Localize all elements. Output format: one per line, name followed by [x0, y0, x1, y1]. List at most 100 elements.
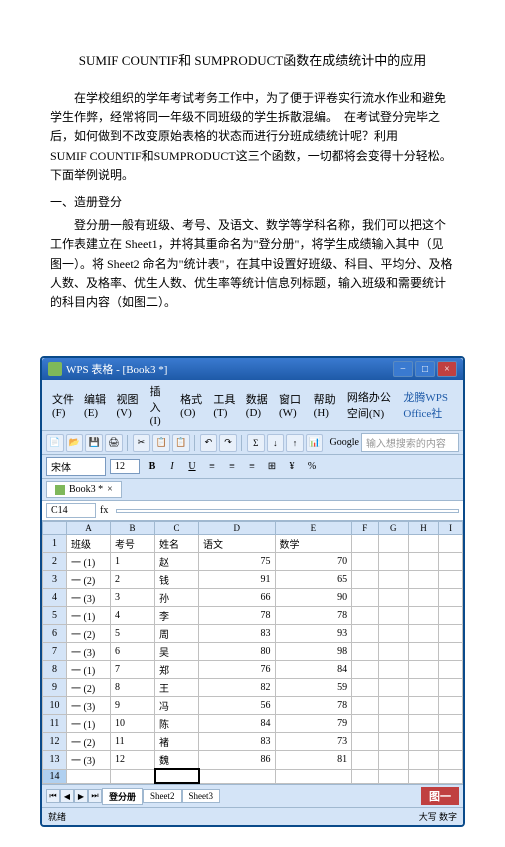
- undo-icon[interactable]: ↶: [200, 434, 218, 452]
- cell[interactable]: 81: [275, 751, 352, 770]
- sheet-nav-first-icon[interactable]: ⏮: [46, 789, 60, 803]
- cell[interactable]: 59: [275, 679, 352, 697]
- menu-data[interactable]: 数据(D): [242, 390, 273, 420]
- cell[interactable]: 73: [275, 733, 352, 751]
- cell[interactable]: 65: [275, 571, 352, 589]
- cell[interactable]: [378, 751, 408, 770]
- cell[interactable]: [439, 715, 463, 733]
- cell[interactable]: 93: [275, 625, 352, 643]
- print-icon[interactable]: 🖨: [105, 434, 123, 452]
- cell[interactable]: [408, 733, 438, 751]
- sheet-nav-prev-icon[interactable]: ◀: [60, 789, 74, 803]
- cell[interactable]: [439, 643, 463, 661]
- currency-icon[interactable]: ¥: [284, 459, 300, 475]
- menu-insert[interactable]: 插入(I): [146, 382, 175, 428]
- cell[interactable]: 84: [199, 715, 276, 733]
- underline-icon[interactable]: U: [184, 459, 200, 475]
- cell[interactable]: 语文: [199, 535, 276, 553]
- cell[interactable]: [439, 733, 463, 751]
- col-header-d[interactable]: D: [199, 522, 276, 535]
- cell[interactable]: 84: [275, 661, 352, 679]
- cell[interactable]: 郑: [155, 661, 199, 679]
- cell[interactable]: [378, 589, 408, 607]
- cell[interactable]: 78: [275, 697, 352, 715]
- menu-help[interactable]: 帮助(H): [310, 390, 341, 420]
- cell[interactable]: [439, 571, 463, 589]
- sheet-nav-next-icon[interactable]: ▶: [74, 789, 88, 803]
- cell[interactable]: [352, 715, 378, 733]
- cell[interactable]: [352, 697, 378, 715]
- cell[interactable]: [378, 715, 408, 733]
- cell[interactable]: [378, 535, 408, 553]
- cell[interactable]: [378, 553, 408, 571]
- sheet-nav-last-icon[interactable]: ⏭: [88, 789, 102, 803]
- cell[interactable]: 褚: [155, 733, 199, 751]
- cell[interactable]: [408, 769, 438, 783]
- cell[interactable]: 魏: [155, 751, 199, 770]
- cell[interactable]: 一 (3): [67, 751, 111, 770]
- close-button[interactable]: ×: [437, 361, 457, 377]
- italic-icon[interactable]: I: [164, 459, 180, 475]
- cell[interactable]: [439, 697, 463, 715]
- col-header-h[interactable]: H: [408, 522, 438, 535]
- cell[interactable]: 周: [155, 625, 199, 643]
- cell[interactable]: 90: [275, 589, 352, 607]
- cell[interactable]: [111, 769, 155, 783]
- cell[interactable]: 78: [275, 607, 352, 625]
- doc-tab-close-icon[interactable]: ×: [107, 484, 113, 495]
- cell[interactable]: 3: [111, 589, 155, 607]
- cell[interactable]: 56: [199, 697, 276, 715]
- cell[interactable]: [408, 607, 438, 625]
- col-header-b[interactable]: B: [111, 522, 155, 535]
- sum-icon[interactable]: Σ: [247, 434, 265, 452]
- new-icon[interactable]: 📄: [46, 434, 64, 452]
- cell[interactable]: [378, 733, 408, 751]
- font-size-select[interactable]: 12: [110, 459, 140, 474]
- formula-input[interactable]: [116, 509, 459, 513]
- font-select[interactable]: 宋体: [46, 457, 106, 476]
- row-header[interactable]: 6: [43, 625, 67, 643]
- row-header[interactable]: 1: [43, 535, 67, 553]
- row-header[interactable]: 2: [43, 553, 67, 571]
- cell[interactable]: 姓名: [155, 535, 199, 553]
- menu-file[interactable]: 文件(F): [48, 390, 78, 420]
- cell[interactable]: 78: [199, 607, 276, 625]
- row-header[interactable]: 11: [43, 715, 67, 733]
- cell[interactable]: 12: [111, 751, 155, 770]
- cell[interactable]: 一 (2): [67, 625, 111, 643]
- sort-desc-icon[interactable]: ↑: [286, 434, 304, 452]
- sheet-tab-active[interactable]: 登分册: [102, 788, 143, 805]
- cell[interactable]: 70: [275, 553, 352, 571]
- cell[interactable]: 李: [155, 607, 199, 625]
- cell[interactable]: [199, 769, 276, 783]
- cell-reference-box[interactable]: C14: [46, 503, 96, 518]
- cell[interactable]: 一 (3): [67, 589, 111, 607]
- align-left-icon[interactable]: ≡: [204, 459, 220, 475]
- cell[interactable]: [439, 553, 463, 571]
- save-icon[interactable]: 💾: [85, 434, 103, 452]
- row-header[interactable]: 13: [43, 751, 67, 770]
- cell[interactable]: 赵: [155, 553, 199, 571]
- cell[interactable]: [352, 751, 378, 770]
- cell[interactable]: [439, 607, 463, 625]
- cell[interactable]: [439, 535, 463, 553]
- row-header[interactable]: 4: [43, 589, 67, 607]
- cell[interactable]: [378, 697, 408, 715]
- menu-window[interactable]: 窗口(W): [275, 390, 308, 420]
- menu-tools[interactable]: 工具(T): [209, 390, 239, 420]
- cell[interactable]: 83: [199, 733, 276, 751]
- row-header[interactable]: 10: [43, 697, 67, 715]
- row-header[interactable]: 7: [43, 643, 67, 661]
- cell[interactable]: 5: [111, 625, 155, 643]
- cell[interactable]: 6: [111, 643, 155, 661]
- cell[interactable]: [67, 769, 111, 783]
- cell[interactable]: 一 (2): [67, 571, 111, 589]
- cell[interactable]: [352, 553, 378, 571]
- cell[interactable]: [352, 589, 378, 607]
- cell[interactable]: [352, 733, 378, 751]
- cell[interactable]: 76: [199, 661, 276, 679]
- row-header[interactable]: 5: [43, 607, 67, 625]
- cell[interactable]: [439, 679, 463, 697]
- cell[interactable]: 7: [111, 661, 155, 679]
- col-header-f[interactable]: F: [352, 522, 378, 535]
